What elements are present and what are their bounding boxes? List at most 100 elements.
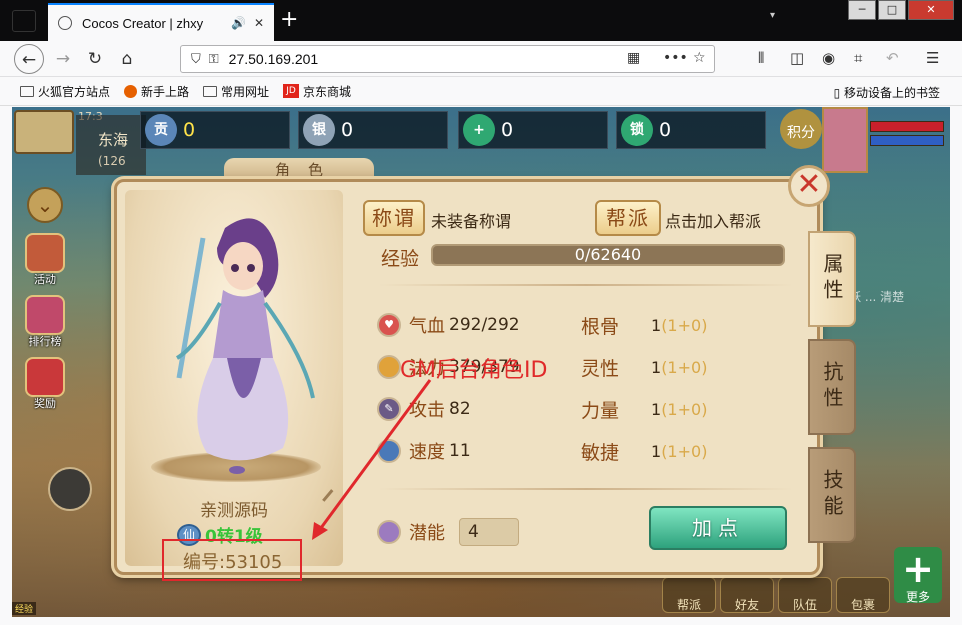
- gm-annotation-label: GM后台角色ID: [400, 358, 548, 383]
- more-button[interactable]: + 更多: [894, 547, 942, 603]
- title-button[interactable]: 称谓: [363, 200, 425, 236]
- bookmark-star-icon[interactable]: ☆: [693, 50, 706, 66]
- heart-icon: ♥: [377, 313, 401, 337]
- jifen-button[interactable]: 积分: [780, 109, 822, 149]
- character-name: 亲测源码: [200, 501, 268, 521]
- title-value: 未装备称谓: [431, 212, 512, 231]
- divider: [379, 284, 793, 286]
- location-name: 东海: [98, 131, 129, 149]
- jade-lock-icon: 锁: [621, 114, 653, 146]
- account-icon[interactable]: ◉: [822, 49, 835, 67]
- tab-resistance[interactable]: 抗性: [808, 339, 856, 435]
- menu-icon[interactable]: ☰: [926, 49, 939, 67]
- hp-bar: [870, 121, 944, 132]
- bookmark-item[interactable]: 常用网址: [203, 83, 269, 100]
- location-panel: 东海 (126: [76, 115, 146, 175]
- close-tab-icon[interactable]: ✕: [254, 16, 264, 30]
- mp-bar: [870, 135, 944, 146]
- guild-button[interactable]: 帮派: [595, 200, 661, 236]
- player-avatar[interactable]: [822, 107, 868, 173]
- top-hud: 17:3 东海 (126 贡 0 银 0 + 0 锁 0 积分: [12, 107, 950, 175]
- exp-value: 0/62640: [574, 245, 642, 264]
- bottom-nav-friends[interactable]: 好友: [720, 577, 774, 613]
- library-icon[interactable]: ⫴: [758, 49, 764, 67]
- stat-attack: ✎ 攻击 82: [377, 396, 471, 422]
- globe-icon: [58, 16, 72, 30]
- ranking-button[interactable]: 排行榜: [18, 295, 72, 351]
- close-dialog-button[interactable]: ✕: [788, 165, 830, 207]
- potential-value: 4: [459, 518, 519, 546]
- sidebar-icon[interactable]: ◫: [790, 49, 804, 67]
- potential-label: 潜能: [409, 523, 445, 544]
- bookmark-item[interactable]: 新手上路: [124, 83, 189, 100]
- shield-icon[interactable]: ⛉: [191, 52, 201, 67]
- bookmark-item[interactable]: 火狐官方站点: [20, 83, 110, 100]
- forward-button[interactable]: →: [48, 44, 78, 74]
- attr-liliang-label: 力量: [581, 400, 620, 422]
- mobile-bookmarks[interactable]: ▯ 移动设备上的书签: [834, 84, 940, 101]
- tab-skills[interactable]: 技能: [808, 447, 856, 543]
- mana-icon: [377, 355, 401, 379]
- bottom-nav-guild[interactable]: 帮派: [662, 577, 716, 613]
- guild-value[interactable]: 点击加入帮派: [665, 208, 761, 232]
- chat-icon[interactable]: [48, 467, 92, 511]
- character-portrait: [175, 218, 315, 474]
- new-tab-button[interactable]: +: [280, 8, 298, 32]
- tab-attributes[interactable]: 属性: [808, 231, 856, 327]
- attr-minjie-label: 敏捷: [581, 442, 620, 464]
- divider: [379, 488, 793, 490]
- silver-icon: 银: [303, 114, 335, 146]
- tab-active[interactable]: Cocos Creator | zhxy 🔊 ✕: [48, 3, 274, 41]
- player-bars: [870, 121, 944, 149]
- currency-silver: 银 0: [298, 111, 448, 149]
- tab-list-icon[interactable]: ▾: [770, 10, 775, 21]
- currency-jade-locked: 锁 0: [616, 111, 766, 149]
- reward-button[interactable]: 奖励: [18, 357, 72, 413]
- maximize-button[interactable]: □: [878, 0, 906, 20]
- add-point-button[interactable]: 加点: [649, 506, 787, 550]
- exp-bar: 0/62640: [431, 244, 785, 266]
- exp-mini-label: 经验: [12, 602, 37, 615]
- tab-bar: Cocos Creator | zhxy 🔊 ✕ + ▾ ─ □ ✕: [0, 0, 962, 41]
- undo-icon[interactable]: ↶: [886, 49, 899, 67]
- stat-hp: ♥ 气血 292/292: [377, 312, 520, 338]
- speed-icon: [377, 439, 401, 463]
- home-button[interactable]: ⌂: [112, 44, 142, 74]
- contribution-icon: 贡: [145, 114, 177, 146]
- url-bar[interactable]: ⛉ ⚿ 27.50.169.201 ▦ ••• ☆: [180, 45, 715, 73]
- back-button[interactable]: ←: [14, 44, 44, 74]
- folder-icon: [20, 85, 34, 97]
- bottom-nav-team[interactable]: 队伍: [778, 577, 832, 613]
- bookmark-item[interactable]: JD 京东商城: [283, 83, 351, 100]
- character-portrait-pane: 亲测源码 仙 0转1级 编号:53105: [125, 190, 343, 573]
- gift-icon: [25, 357, 65, 397]
- chevron-down-icon[interactable]: ⌄: [27, 187, 63, 223]
- tab-title: Cocos Creator | zhxy: [82, 15, 204, 31]
- attr-lingxing-value: 1(1+0): [651, 358, 708, 377]
- tab-overview-icon[interactable]: [12, 10, 36, 32]
- nav-bar: ← → ↻ ⌂ ⛉ ⚿ 27.50.169.201 ▦ ••• ☆ ⫴ ◫ ◉ …: [0, 41, 962, 77]
- currency-jade[interactable]: + 0: [458, 111, 608, 149]
- exp-label: 经验: [381, 248, 420, 270]
- minimize-button[interactable]: ─: [848, 0, 876, 20]
- attr-lingxing-label: 灵性: [581, 358, 620, 380]
- firefox-icon: [124, 84, 138, 98]
- annotation-highlight-box: [162, 539, 302, 581]
- folder-icon: [203, 85, 218, 97]
- screenshot-icon[interactable]: ⌗: [854, 49, 862, 67]
- qr-code-icon[interactable]: ▦: [627, 50, 640, 66]
- potential-icon: [377, 520, 401, 544]
- permissions-icon[interactable]: ⚿: [209, 52, 219, 67]
- map-icon[interactable]: [14, 110, 74, 154]
- bottom-nav-bag[interactable]: 包裹: [836, 577, 890, 613]
- more-label: 更多: [905, 590, 930, 604]
- page-actions-icon[interactable]: •••: [663, 50, 688, 66]
- attr-gengu-value: 1(1+0): [651, 316, 708, 335]
- potential-row: 潜能 4: [377, 518, 519, 546]
- activity-button[interactable]: 活动: [18, 233, 72, 289]
- sword-icon: ✎: [377, 397, 401, 421]
- reload-button[interactable]: ↻: [80, 44, 110, 74]
- url-text[interactable]: 27.50.169.201: [229, 51, 319, 67]
- close-window-button[interactable]: ✕: [908, 0, 954, 20]
- speaker-icon[interactable]: 🔊: [231, 16, 246, 30]
